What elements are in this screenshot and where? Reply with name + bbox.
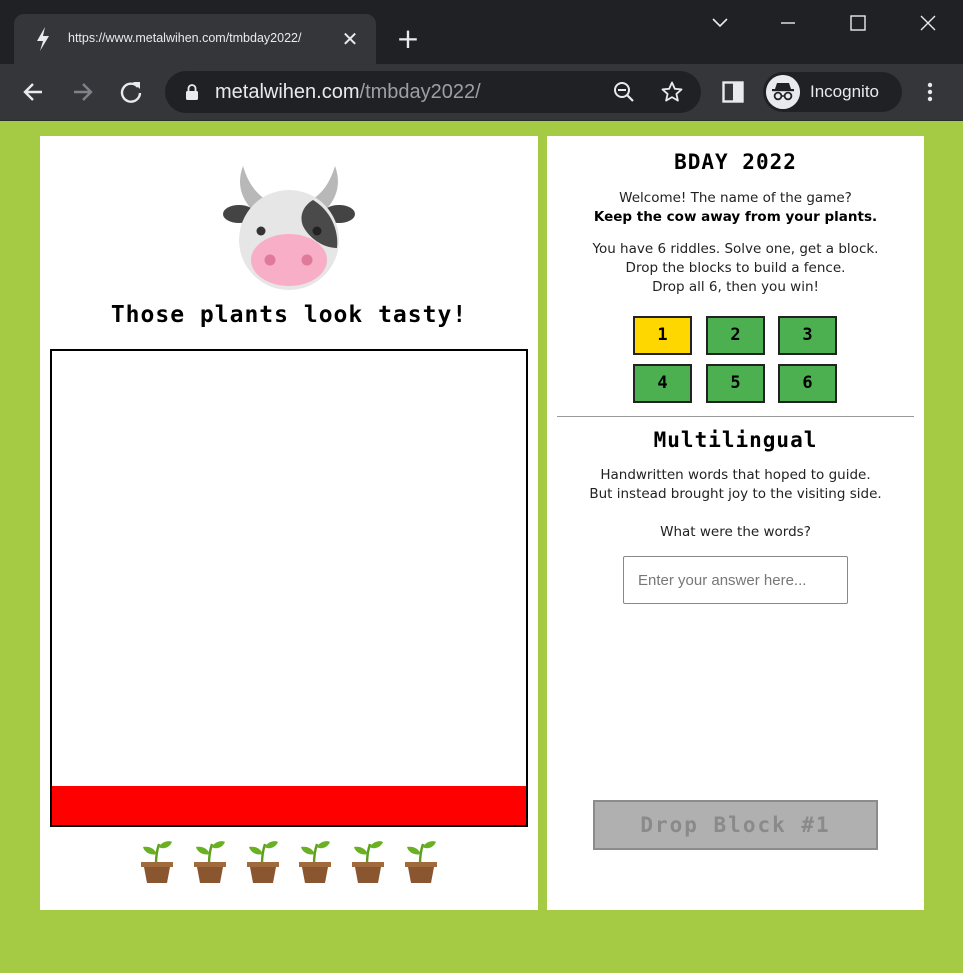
riddle-question: What were the words? [660, 524, 811, 540]
url-text[interactable]: metalwihen.com/tmbday2022/ [215, 81, 481, 104]
incognito-profile-button[interactable]: Incognito [763, 72, 902, 112]
riddle-title: Multilingual [653, 428, 818, 452]
lightning-icon [37, 27, 49, 51]
plant-icon [246, 841, 279, 883]
browser-toolbar: metalwihen.com/tmbday2022/ Incognito [0, 64, 963, 121]
riddle-button-6[interactable]: 6 [778, 364, 837, 403]
back-arrow-icon[interactable] [20, 78, 48, 106]
intro-line-bold: Keep the cow away from your plants. [593, 209, 878, 225]
riddle-button-3[interactable]: 3 [778, 316, 837, 355]
bookmark-star-icon[interactable] [661, 81, 683, 103]
answer-input[interactable] [623, 556, 848, 604]
new-tab-button[interactable]: + [394, 25, 422, 53]
browser-tab[interactable]: https://www.metalwihen.com/tmbday2022/ ✕ [14, 14, 376, 64]
plant-icon [193, 841, 226, 883]
intro-text: Welcome! The name of the game? Keep the … [547, 189, 924, 227]
plant-icon [299, 841, 332, 883]
tab-search-icon[interactable] [700, 10, 740, 38]
close-tab-icon[interactable]: ✕ [339, 28, 361, 50]
intro-line: Welcome! The name of the game? [619, 190, 852, 206]
zoom-out-icon[interactable] [613, 81, 635, 103]
riddle-text: Handwritten words that hoped to guide. B… [547, 466, 924, 504]
riddle-line: But instead brought joy to the visiting … [589, 486, 882, 502]
tab-title: https://www.metalwihen.com/tmbday2022/ [68, 31, 302, 45]
game-panel: Those plants look tasty! [40, 136, 538, 910]
incognito-label: Incognito [810, 82, 879, 101]
riddle-button-1[interactable]: 1 [633, 316, 692, 355]
plant-icon [404, 841, 437, 883]
cow-caption: Those plants look tasty! [110, 302, 468, 328]
url-path: /tmbday2022/ [359, 81, 481, 103]
riddle-selector: 1 2 3 4 5 6 [633, 316, 837, 404]
rules-line: Drop the blocks to build a fence. [625, 260, 846, 276]
riddle-line: Handwritten words that hoped to guide. [600, 467, 871, 483]
address-bar[interactable]: metalwihen.com/tmbday2022/ [165, 71, 701, 113]
url-host: metalwihen.com [215, 81, 360, 103]
rules-line: You have 6 riddles. Solve one, get a blo… [592, 241, 879, 257]
side-panel-icon[interactable] [722, 81, 744, 103]
forward-arrow-icon[interactable] [68, 78, 96, 106]
maximize-icon[interactable] [838, 10, 878, 38]
riddle-button-2[interactable]: 2 [706, 316, 765, 355]
riddle-panel: BDAY 2022 Welcome! The name of the game?… [547, 136, 924, 910]
game-title: BDAY 2022 [674, 150, 797, 174]
lock-icon[interactable] [185, 84, 199, 100]
plant-icon [141, 841, 173, 883]
more-menu-icon[interactable] [918, 80, 942, 104]
minimize-icon[interactable] [768, 10, 808, 38]
incognito-icon [766, 75, 800, 109]
cow-icon [223, 166, 355, 290]
drop-block-button[interactable]: Drop Block #1 [593, 800, 878, 850]
plant-icon [352, 841, 385, 883]
fence-zone [52, 786, 526, 825]
browser-titlebar: https://www.metalwihen.com/tmbday2022/ ✕… [0, 0, 963, 64]
rules-line: Drop all 6, then you win! [652, 279, 819, 295]
close-window-icon[interactable] [908, 10, 948, 38]
divider [557, 416, 914, 417]
play-area[interactable] [50, 349, 528, 827]
riddle-button-4[interactable]: 4 [633, 364, 692, 403]
rules-text: You have 6 riddles. Solve one, get a blo… [547, 240, 924, 297]
reload-icon[interactable] [117, 78, 145, 106]
riddle-button-5[interactable]: 5 [706, 364, 765, 403]
plants-row [139, 838, 439, 886]
